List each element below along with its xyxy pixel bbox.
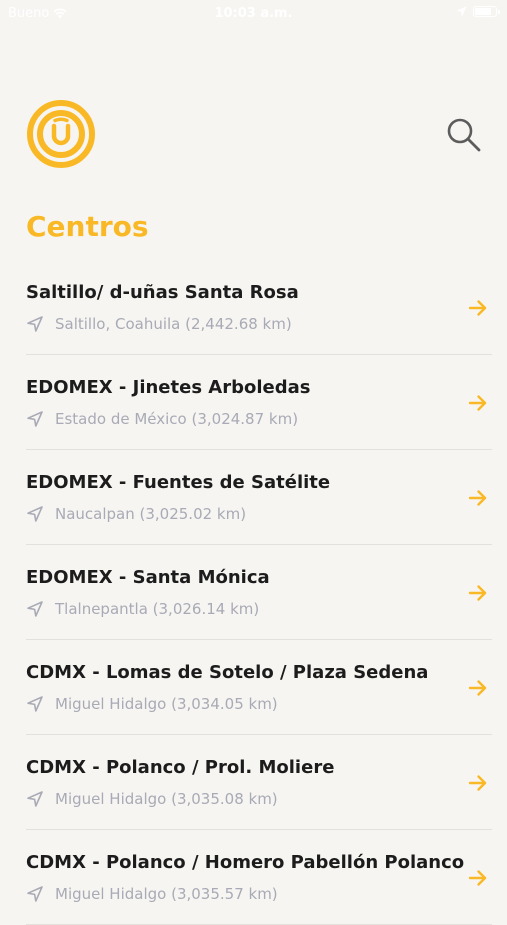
arrow-right-icon[interactable] [468,583,488,603]
centro-location-text: Miguel Hidalgo (3,034.05 km) [55,695,278,713]
battery-fill [475,8,492,15]
centro-location: Tlalnepantla (3,026.14 km) [26,600,259,618]
navigation-icon [26,885,44,903]
navigation-icon [26,600,44,618]
centro-location: Saltillo, Coahuila (2,442.68 km) [26,315,292,333]
status-right [456,6,500,17]
search-icon [447,118,481,152]
battery-icon [473,6,500,17]
centro-location: Miguel Hidalgo (3,034.05 km) [26,695,278,713]
centro-name: EDOMEX - Fuentes de Satélite [26,472,331,493]
list-item[interactable]: EDOMEX - Santa Mónica Tlalnepantla (3,026… [26,545,492,640]
status-bar: Bueno 10:03 a.m. [0,0,507,30]
list-item[interactable]: CDMX - Lomas de Sotelo / Plaza Sedena Mig… [26,640,492,735]
navigation-icon [26,315,44,333]
search-button[interactable] [443,115,483,155]
u-circle-logo-icon [27,100,95,168]
centro-name: Saltillo/ d-uñas Santa Rosa [26,282,299,303]
centro-name: CDMX - Polanco / Homero Pabellón Polanco [26,852,465,873]
navigation-icon [26,695,44,713]
centro-name: EDOMEX - Santa Mónica [26,567,270,588]
centro-location-text: Tlalnepantla (3,026.14 km) [55,600,260,618]
centro-location-text: Naucalpan (3,025.02 km) [55,505,247,523]
location-arrow-icon [456,6,467,17]
centro-location-text: Saltillo, Coahuila (2,442.68 km) [55,315,292,333]
navigation-icon [26,505,44,523]
arrow-right-icon[interactable] [468,678,488,698]
page-title: Centros [26,210,149,243]
list-item[interactable]: CDMX - Polanco / Prol. Moliere Miguel Hid… [26,735,492,830]
list-item[interactable]: EDOMEX - Fuentes de Satélite Naucalpan (3… [26,450,492,545]
arrow-right-icon[interactable] [468,868,488,888]
list-item[interactable]: Saltillo/ d-uñas Santa Rosa Saltillo, Coa… [26,260,492,355]
centro-location: Estado de México (3,024.87 km) [26,410,298,428]
arrow-right-icon[interactable] [468,393,488,413]
list-item[interactable]: EDOMEX - Jinetes Arboledas Estado de Méxi… [26,355,492,450]
arrow-right-icon[interactable] [468,298,488,318]
centro-name: EDOMEX - Jinetes Arboledas [26,377,311,398]
arrow-right-icon[interactable] [468,488,488,508]
list-item[interactable]: CDMX - Polanco / Homero Pabellón Polanco… [26,830,492,925]
centro-name: CDMX - Lomas de Sotelo / Plaza Sedena [26,662,429,683]
centro-name: CDMX - Polanco / Prol. Moliere [26,757,335,778]
centro-location-text: Estado de México (3,024.87 km) [55,410,299,428]
navigation-icon [26,790,44,808]
centro-location-text: Miguel Hidalgo (3,035.08 km) [55,790,278,808]
navigation-icon [26,410,44,428]
centro-location-text: Miguel Hidalgo (3,035.57 km) [55,885,278,903]
centro-location: Miguel Hidalgo (3,035.08 km) [26,790,278,808]
centro-location: Miguel Hidalgo (3,035.57 km) [26,885,278,903]
status-time: 10:03 a.m. [214,6,293,21]
arrow-right-icon[interactable] [468,773,488,793]
centro-location: Naucalpan (3,025.02 km) [26,505,246,523]
centros-list: Saltillo/ d-uñas Santa Rosa Saltillo, Coa… [0,260,507,925]
